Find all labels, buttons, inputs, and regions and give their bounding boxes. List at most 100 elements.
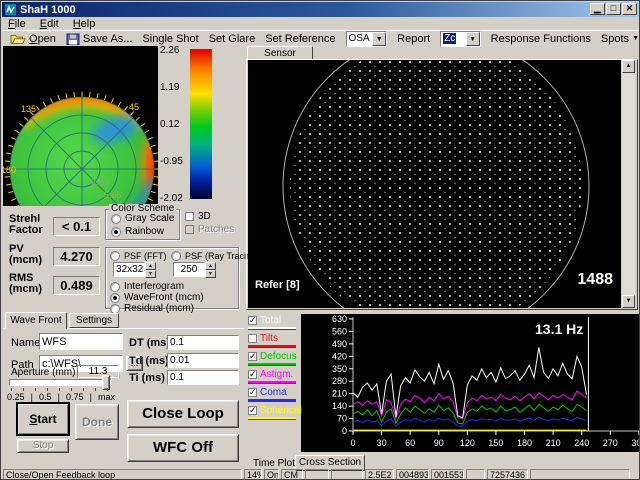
rms-value: 0.489 <box>53 276 100 295</box>
psf-fft-spinner[interactable]: ▲ ▼ <box>145 262 156 278</box>
svg-text:120: 120 <box>460 438 475 448</box>
time-plot: 0701402102803504204905606300306090120150… <box>301 314 639 452</box>
status-cell: 2.5E2 <box>365 469 394 480</box>
maximize-icon[interactable]: □ <box>606 3 621 15</box>
response-functions-button[interactable]: Response Functions <box>491 33 591 45</box>
radio-icon[interactable] <box>110 251 120 261</box>
open-button[interactable]: Open <box>10 33 56 45</box>
slider-tick-label: 0.25 <box>7 392 25 402</box>
radius-label: 2.83 <box>91 177 109 187</box>
spots-button[interactable]: Spots▼ <box>601 33 639 45</box>
legend-checkbox[interactable] <box>248 316 257 325</box>
save-as-button[interactable]: Save As... <box>66 33 133 45</box>
name-label: Name <box>11 337 40 349</box>
chevron-down-icon[interactable]: ▼ <box>466 32 480 46</box>
name-input[interactable] <box>39 333 123 350</box>
colorbar-tick: 1.19 <box>160 83 179 93</box>
status-cell <box>530 469 630 480</box>
interferogram-option[interactable]: Interferogram <box>110 281 184 292</box>
wavefront-option[interactable]: WaveFront (mcm) <box>110 292 204 303</box>
tab-wave-front[interactable]: Wave Front <box>5 312 67 329</box>
scroll-up-icon[interactable]: ▲ <box>622 60 635 73</box>
tab-settings[interactable]: Settings <box>69 313 119 328</box>
svg-text:300: 300 <box>631 438 639 448</box>
start-button[interactable]: Start <box>17 403 69 435</box>
pv-label: PV (mcm) <box>9 244 53 266</box>
svg-text:270: 270 <box>603 438 618 448</box>
radio-icon[interactable] <box>110 282 120 292</box>
dt-label: DT (ms) <box>129 338 170 349</box>
close-loop-button[interactable]: Close Loop <box>127 400 239 428</box>
plot-legend: TotalTiltsDefocusAstigm.ComaSpherical <box>248 315 302 423</box>
ti-input[interactable] <box>167 370 239 385</box>
minimize-icon[interactable]: ▁ <box>590 3 605 15</box>
legend-label: Defocus <box>260 351 297 362</box>
legend-checkbox[interactable] <box>248 370 257 379</box>
legend-checkbox[interactable] <box>248 388 257 397</box>
spinner-up-icon[interactable]: ▲ <box>145 262 156 270</box>
svg-text:90: 90 <box>434 438 444 448</box>
svg-text:60: 60 <box>405 438 415 448</box>
colorbar-tick: 2.26 <box>160 46 179 56</box>
residual-option[interactable]: Residual (mcm) <box>110 303 194 314</box>
legend-label: Spherical <box>260 405 302 416</box>
done-button[interactable]: Done <box>75 404 119 440</box>
spinner-down-icon[interactable]: ▼ <box>145 270 156 278</box>
rms-label: RMS (mcm) <box>9 273 53 295</box>
legend-color-bar <box>248 417 296 420</box>
psf-fft-option[interactable]: PSF (FFT) <box>110 251 167 261</box>
set-reference-button[interactable]: Set Reference <box>265 33 335 45</box>
chevron-down-icon[interactable]: ▼ <box>372 32 386 46</box>
svg-text:350: 350 <box>332 364 347 374</box>
tab-sensor-camera[interactable]: Sensor Camera <box>247 46 313 60</box>
wfc-off-button[interactable]: WFC Off <box>127 434 239 462</box>
radio-icon[interactable] <box>111 227 121 237</box>
3d-option[interactable]: 3D <box>185 211 211 222</box>
dt-input[interactable] <box>167 335 239 350</box>
radio-icon[interactable] <box>171 251 181 261</box>
radio-icon[interactable] <box>110 304 120 314</box>
close-icon[interactable]: ✕ <box>622 3 637 15</box>
legend-checkbox[interactable] <box>248 406 257 415</box>
strehl-value: < 0.1 <box>53 217 100 236</box>
svg-text:150: 150 <box>488 438 503 448</box>
open-folder-icon <box>10 33 26 45</box>
svg-text:280: 280 <box>332 376 347 386</box>
set-glare-button[interactable]: Set Glare <box>209 33 255 45</box>
spinner-down-icon[interactable]: ▼ <box>205 270 216 278</box>
svg-text:210: 210 <box>332 389 347 399</box>
rainbow-option[interactable]: Rainbow <box>111 226 164 237</box>
legend-checkbox[interactable] <box>248 352 257 361</box>
frequency-readout: 13.1 Hz <box>535 321 583 337</box>
psf-fft-size-field[interactable]: 32x32 <box>113 262 145 277</box>
menu-bar: File Edit Help <box>2 17 639 30</box>
psf-ray-size-field[interactable]: 250 <box>173 262 205 277</box>
tab-time-plot[interactable]: Time Plot <box>253 458 295 469</box>
radio-icon[interactable] <box>111 214 121 224</box>
radius-label: 5.65 <box>104 190 122 200</box>
slider-tick-label: | <box>90 392 92 402</box>
menu-help[interactable]: Help <box>67 18 102 30</box>
reference-combo[interactable]: OSA ▼ <box>346 31 388 47</box>
scroll-down-icon[interactable]: ▼ <box>622 295 635 308</box>
menu-file[interactable]: File <box>2 18 32 30</box>
checkbox-icon[interactable] <box>185 212 194 221</box>
gray-scale-option[interactable]: Gray Scale <box>111 213 174 224</box>
patches-option[interactable]: Patches <box>185 224 234 235</box>
menu-edit[interactable]: Edit <box>34 18 65 30</box>
stop-button[interactable]: Stop <box>17 439 69 453</box>
aperture-slider-track[interactable] <box>9 379 111 386</box>
radio-icon[interactable] <box>110 293 120 303</box>
legend-item-spherical: Spherical <box>248 405 302 420</box>
legend-checkbox[interactable] <box>248 334 257 343</box>
spinner-up-icon[interactable]: ▲ <box>205 262 216 270</box>
td-input[interactable] <box>167 353 239 368</box>
psf-ray-spinner[interactable]: ▲ ▼ <box>205 262 216 278</box>
single-shot-button[interactable]: Single Shot <box>142 33 198 45</box>
report-combo[interactable]: Zc ▼ <box>440 31 480 47</box>
angle-label: 180 <box>3 165 16 175</box>
legend-item-tilts: Tilts <box>248 333 302 348</box>
camera-scrollbar[interactable]: ▲ ▼ <box>622 60 635 308</box>
svg-text:490: 490 <box>332 339 347 349</box>
frame-counter: 1488 <box>541 271 613 289</box>
